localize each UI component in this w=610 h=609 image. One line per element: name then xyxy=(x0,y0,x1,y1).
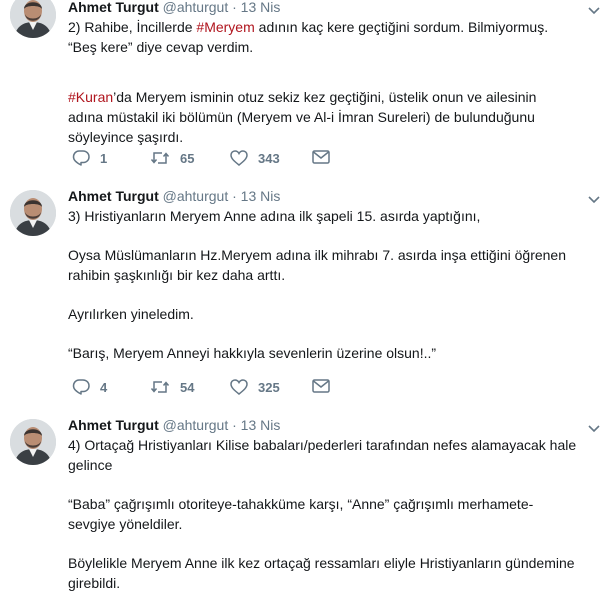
retweet-button[interactable]: 54 xyxy=(150,379,194,395)
reply-button[interactable]: 4 xyxy=(72,379,107,395)
separator: · xyxy=(232,0,237,15)
dm-button[interactable] xyxy=(312,150,330,164)
tweet-text: 2) Rahibe, İncillerde #Meryem adının kaç… xyxy=(68,17,588,147)
tweet-date[interactable]: 13 Nis xyxy=(241,188,281,204)
text-line: sevgiye yöneldiler. xyxy=(68,516,183,532)
text-line: adına müstakil iki bölümün (Meryem ve Al… xyxy=(68,109,535,125)
text-line: Böylelikle Meryem Anne ilk kez ortaçağ r… xyxy=(68,555,575,571)
text-line: gelince xyxy=(68,457,113,473)
tweet-2[interactable]: Ahmet Turgut @ahturgut · 13 Nis 3) Hrist… xyxy=(0,180,606,409)
avatar[interactable] xyxy=(10,190,56,236)
like-icon xyxy=(230,379,248,395)
chevron-down-icon[interactable] xyxy=(588,4,600,18)
tweet-text: 3) Hristiyanların Meryem Anne adına ilk … xyxy=(68,206,588,363)
tweet-3[interactable]: Ahmet Turgut @ahturgut · 13 Nis 4) Ortaç… xyxy=(0,408,606,609)
reply-count: 4 xyxy=(100,379,108,395)
chevron-down-icon[interactable] xyxy=(588,193,600,207)
retweet-count: 65 xyxy=(180,150,195,166)
retweet-icon xyxy=(150,381,170,393)
text-line: 4) Ortaçağ Hristiyanları Kilise babaları… xyxy=(68,437,577,453)
separator: · xyxy=(232,417,237,433)
text-line: 3) Hristiyanların Meryem Anne adına ilk … xyxy=(68,208,481,224)
avatar-photo xyxy=(10,0,56,38)
tweet-actions: 4 54 325 xyxy=(68,379,368,399)
text-line: “Beş kere” diye cevap verdim. xyxy=(68,39,254,55)
avatar-photo xyxy=(10,190,56,236)
avatar[interactable] xyxy=(10,419,56,465)
dm-button[interactable] xyxy=(312,379,330,393)
dm-icon xyxy=(312,379,330,393)
hashtag-kuran[interactable]: #Kuran xyxy=(68,89,113,105)
tweet-text: 4) Ortaçağ Hristiyanları Kilise babaları… xyxy=(68,435,588,593)
text-line: 2) Rahibe, İncillerde #Meryem adının kaç… xyxy=(68,19,549,35)
author-handle[interactable]: @ahturgut xyxy=(163,0,229,15)
text-line: Ayrılırken yineledim. xyxy=(68,306,194,322)
like-button[interactable]: 343 xyxy=(230,150,280,166)
hashtag-meryem[interactable]: #Meryem xyxy=(196,19,254,35)
like-count: 343 xyxy=(258,150,280,166)
text-line: Oysa Müslümanların Hz.Meryem adına ilk m… xyxy=(68,247,566,263)
tweet-date[interactable]: 13 Nis xyxy=(241,417,281,433)
avatar-photo xyxy=(10,419,56,465)
tweet-1[interactable]: Ahmet Turgut @ahturgut · 13 Nis 2) Rahib… xyxy=(0,0,606,181)
like-button[interactable]: 325 xyxy=(230,379,280,395)
retweet-icon xyxy=(150,152,170,164)
separator: · xyxy=(232,188,237,204)
reply-count: 1 xyxy=(100,150,108,166)
text-line: söyleyince şaşırdı. xyxy=(68,129,184,145)
text-line: girebildi. xyxy=(68,575,121,591)
text-line: rahibin şaşkınlığı bir kez daha arttı. xyxy=(68,267,286,283)
tweet-header: Ahmet Turgut @ahturgut · 13 Nis xyxy=(68,188,280,204)
reply-button[interactable]: 1 xyxy=(72,150,107,166)
text-line: “Barış, Meryem Anneyi hakkıyla sevenleri… xyxy=(68,345,437,361)
reply-icon xyxy=(72,379,90,395)
author-name[interactable]: Ahmet Turgut xyxy=(68,417,159,433)
text-line: “Baba” çağrışımlı otoriteye-tahakküme ka… xyxy=(68,496,534,512)
like-count: 325 xyxy=(258,379,280,395)
text-line: #Kuran’da Meryem isminin otuz sekiz kez … xyxy=(68,89,537,105)
author-name[interactable]: Ahmet Turgut xyxy=(68,188,159,204)
tweet-date[interactable]: 13 Nis xyxy=(241,0,281,15)
tweet-header: Ahmet Turgut @ahturgut · 13 Nis xyxy=(68,0,280,15)
retweet-count: 54 xyxy=(180,379,195,395)
reply-icon xyxy=(72,150,90,166)
author-handle[interactable]: @ahturgut xyxy=(163,417,229,433)
author-handle[interactable]: @ahturgut xyxy=(163,188,229,204)
tweet-actions: 1 65 343 xyxy=(68,150,368,170)
retweet-button[interactable]: 65 xyxy=(150,150,194,166)
avatar[interactable] xyxy=(10,0,56,38)
like-icon xyxy=(230,150,248,166)
dm-icon xyxy=(312,150,330,164)
author-name[interactable]: Ahmet Turgut xyxy=(68,0,159,15)
chevron-down-icon[interactable] xyxy=(588,422,600,436)
tweet-header: Ahmet Turgut @ahturgut · 13 Nis xyxy=(68,417,280,433)
